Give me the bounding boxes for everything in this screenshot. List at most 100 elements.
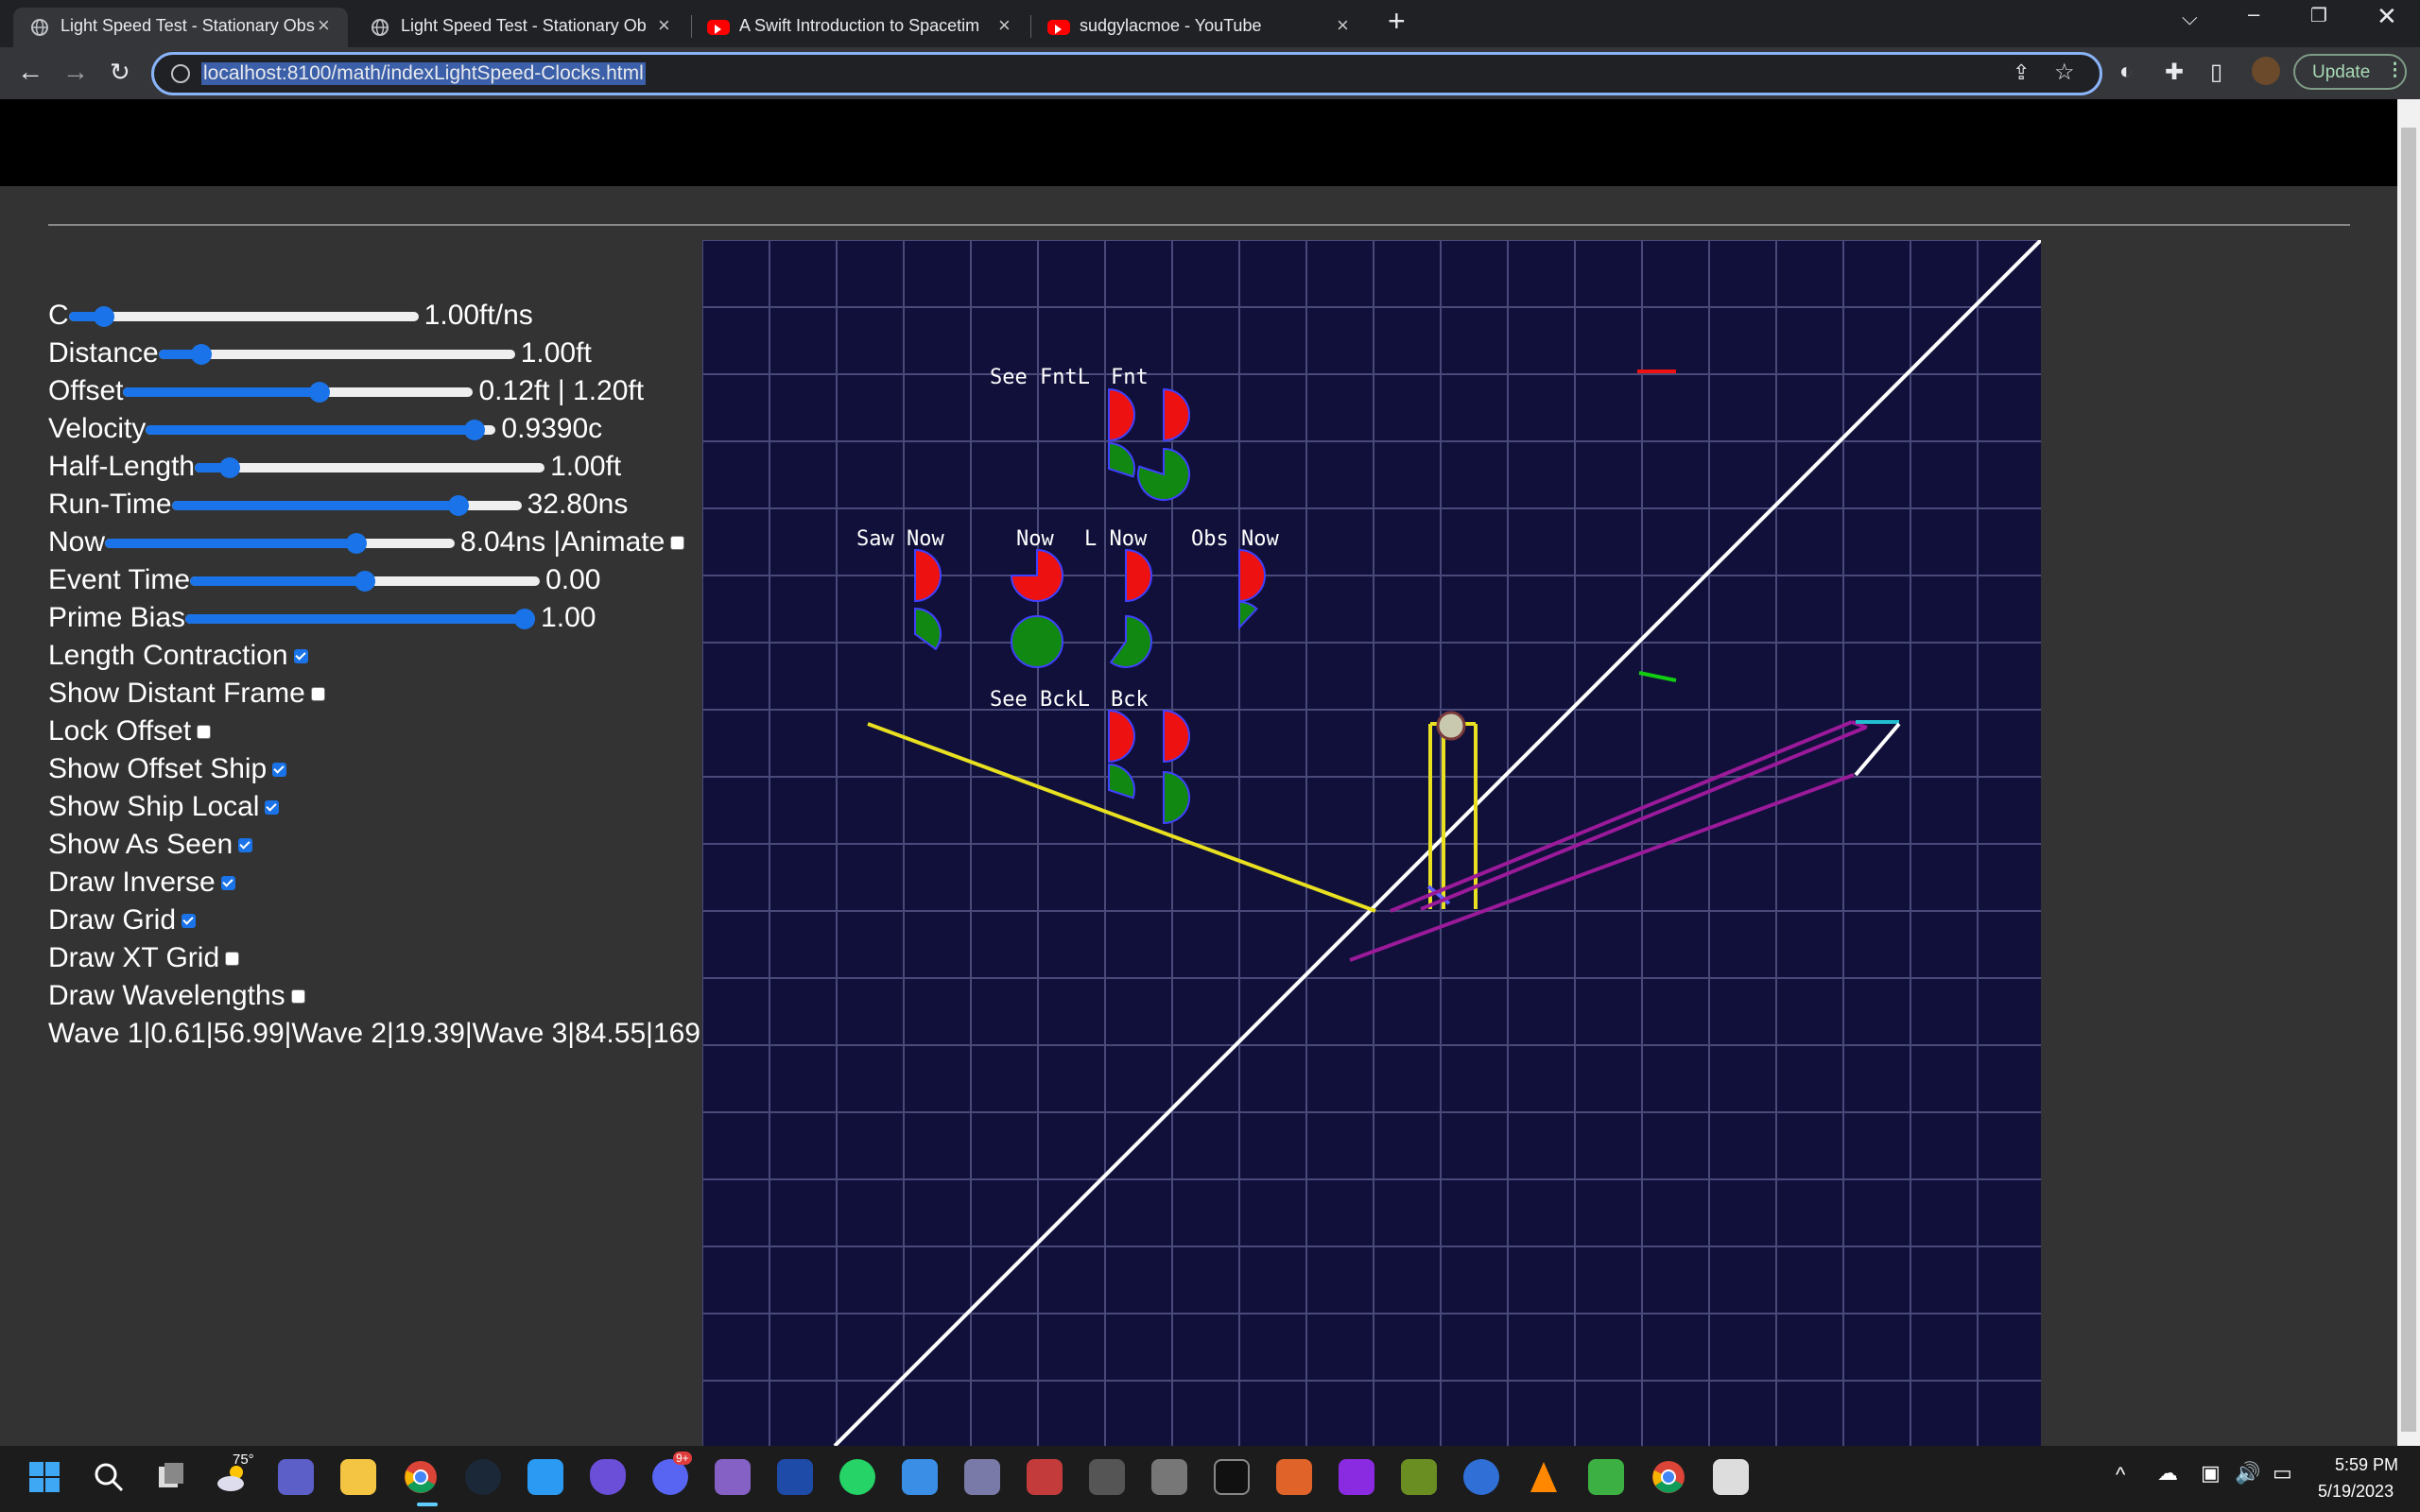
velocity-slider[interactable] [146, 410, 496, 448]
qbittorrent-icon[interactable] [1463, 1459, 1499, 1495]
puzzle-extensions-icon[interactable]: ✚ [2165, 59, 2184, 86]
cube-app-icon[interactable] [1151, 1459, 1187, 1495]
run-time-slider[interactable] [171, 486, 522, 524]
battery-icon[interactable]: ▭ [2273, 1461, 2292, 1486]
volume-icon[interactable]: 🔊 [2235, 1461, 2260, 1486]
prime-bias-slider[interactable] [185, 599, 536, 637]
draw-inverse-checkbox[interactable] [220, 875, 235, 890]
slider-label: Half-Length [48, 451, 196, 482]
distance-slider[interactable] [158, 335, 515, 372]
animate-checkbox[interactable] [670, 535, 685, 550]
bookmark-star-icon[interactable]: ☆ [2054, 59, 2075, 86]
event-time-slider[interactable] [190, 561, 541, 599]
clock-date[interactable]: 5/19/2023 [2318, 1482, 2394, 1502]
tab-spacetime-video[interactable]: A Swift Introduction to Spacetim × [694, 8, 1028, 47]
slider-row-run-time: Run-Time 32.80ns [48, 486, 628, 524]
vscode-icon[interactable] [527, 1459, 563, 1495]
file-explorer-icon[interactable] [340, 1459, 376, 1495]
search-icon[interactable] [91, 1459, 127, 1495]
close-tab-icon[interactable]: × [998, 13, 1011, 38]
checkbox-label: Draw Wavelengths [48, 980, 285, 1011]
back-arrow-icon[interactable]: ← [17, 57, 43, 87]
slider-value: 0.9390c [501, 413, 603, 444]
browser-toolbar: ← → ↻ localhost:8100/math/indexLightSpee… [0, 47, 2420, 99]
checkbox-row-draw-grid: Draw Grid [48, 902, 197, 939]
site-info-icon[interactable] [171, 64, 190, 83]
tab-light-speed-1[interactable]: Light Speed Test - Stationary Obs × [13, 8, 348, 47]
vlc-icon[interactable] [1526, 1459, 1562, 1495]
chrome-icon[interactable] [403, 1459, 439, 1495]
close-tab-icon[interactable]: × [658, 13, 670, 38]
restore-button[interactable]: ❐ [2310, 4, 2327, 27]
forward-arrow-icon[interactable]: → [62, 57, 89, 87]
access-icon[interactable] [1027, 1459, 1063, 1495]
tab-light-speed-2[interactable]: Light Speed Test - Stationary Ob × [354, 8, 688, 47]
network-app-icon[interactable] [1339, 1459, 1374, 1495]
slider-value: 1.00 [541, 602, 596, 633]
c-slider[interactable] [68, 297, 419, 335]
terminal-icon[interactable] [1214, 1459, 1250, 1495]
profile-avatar[interactable] [2252, 57, 2280, 85]
clock-dial [1238, 548, 1266, 603]
onedrive-icon[interactable]: ☁ [2157, 1461, 2178, 1486]
side-panel-icon[interactable]: ▯ [2210, 59, 2222, 86]
now-slider[interactable] [105, 524, 456, 561]
whatsapp-icon[interactable] [839, 1459, 875, 1495]
clock-dial [1163, 770, 1190, 825]
draw-wavelengths-checkbox[interactable] [290, 988, 305, 1004]
tab-youtube-channel[interactable]: sudgylacmoe - YouTube × [1034, 8, 1369, 47]
clock-time[interactable]: 5:59 PM [2335, 1455, 2398, 1475]
network-icon[interactable]: ▣ [2201, 1461, 2221, 1486]
reload-icon[interactable]: ↻ [110, 58, 130, 87]
grid-lines [702, 240, 2041, 1446]
obsidian-icon[interactable] [590, 1459, 626, 1495]
minimize-button[interactable]: – [2248, 2, 2259, 26]
chevron-up-icon[interactable]: ^ [2116, 1463, 2125, 1487]
clock-dial [1125, 548, 1152, 603]
length-contraction-checkbox[interactable] [293, 648, 308, 663]
chrome-icon[interactable] [1651, 1459, 1686, 1495]
task-manager-icon[interactable] [777, 1459, 813, 1495]
waves-readout: Wave 1|0.61|56.99|Wave 2|19.39|Wave 3|84… [48, 1015, 747, 1053]
checkbox-row-show-as-seen: Show As Seen [48, 826, 253, 864]
snipping-tool-icon[interactable] [1089, 1459, 1125, 1495]
close-tab-icon[interactable]: × [318, 13, 330, 38]
url-text[interactable]: localhost:8100/math/indexLightSpeed-Cloc… [201, 62, 646, 85]
task-view-icon[interactable] [153, 1459, 189, 1495]
address-bar[interactable]: localhost:8100/math/indexLightSpeed-Cloc… [151, 52, 2102, 95]
update-button[interactable]: Update ⋮ [2293, 54, 2407, 90]
show-ship-local-checkbox[interactable] [265, 799, 280, 815]
draw-xt-grid-checkbox[interactable] [225, 951, 240, 966]
offset-slider[interactable] [123, 372, 474, 410]
show-distant-frame-checkbox[interactable] [310, 686, 325, 701]
package-app-icon[interactable] [1588, 1459, 1624, 1495]
half-length-slider[interactable] [195, 448, 545, 486]
image-editor-icon[interactable] [1401, 1459, 1437, 1495]
show-offset-ship-checkbox[interactable] [272, 762, 287, 777]
checkbox-label: Lock Offset [48, 715, 192, 747]
scrollbar-thumb[interactable] [2401, 128, 2416, 1432]
notepad-icon[interactable] [902, 1459, 938, 1495]
draw-grid-checkbox[interactable] [182, 913, 197, 928]
new-tab-button[interactable]: + [1388, 4, 1406, 39]
spacetime-canvas[interactable]: See FntL Fnt Saw Now Now L Now Obs Now S… [702, 240, 2041, 1446]
document-app-icon[interactable] [1713, 1459, 1749, 1495]
hash-app-icon[interactable] [1276, 1459, 1312, 1495]
teams-chat-icon[interactable] [278, 1459, 314, 1495]
visual-studio-icon[interactable] [715, 1459, 751, 1495]
checkbox-row-show-ship-local: Show Ship Local [48, 788, 280, 826]
windows-start-icon[interactable] [26, 1459, 62, 1495]
tab-search-chevron-icon[interactable]: ⌵ [2182, 6, 2198, 30]
show-as-seen-checkbox[interactable] [238, 837, 253, 852]
slider-row-velocity: Velocity 0.9390c [48, 410, 602, 448]
slider-label: C [48, 300, 69, 331]
paint-icon[interactable] [964, 1459, 1000, 1495]
close-window-button[interactable]: ✕ [2377, 2, 2397, 31]
page-scrollbar[interactable] [2397, 99, 2420, 1446]
steam-icon[interactable] [465, 1459, 501, 1495]
close-tab-icon[interactable]: × [1337, 13, 1349, 38]
extension-icon[interactable]: ◐ [2119, 59, 2134, 85]
lock-offset-checkbox[interactable] [197, 724, 212, 739]
share-icon[interactable]: ⇪ [2013, 60, 2030, 85]
slider-row-prime-bias: Prime Bias 1.00 [48, 599, 596, 637]
